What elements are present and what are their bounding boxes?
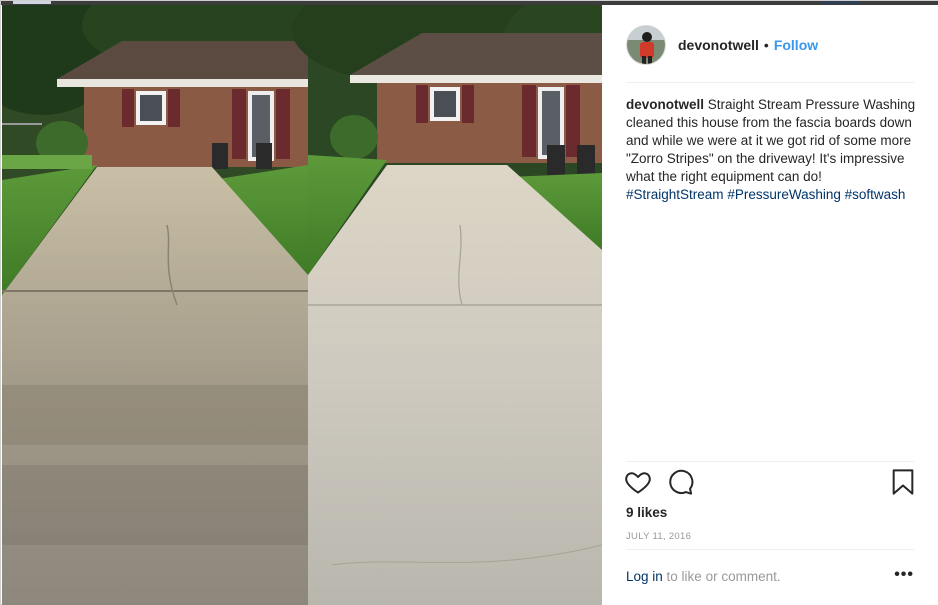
heart-icon[interactable]: [624, 468, 654, 498]
login-prompt: Log in to like or comment. •••: [626, 566, 914, 589]
post-header: devonotwell • Follow: [626, 25, 914, 65]
comment-icon[interactable]: [666, 468, 696, 498]
post-caption: devonotwell Straight Stream Pressure Was…: [626, 96, 916, 204]
follow-button[interactable]: Follow: [774, 37, 818, 53]
hashtag-link[interactable]: #softwash: [845, 187, 906, 202]
before-after-driveway-image: [2, 5, 602, 605]
hashtag-link[interactable]: #PressureWashing: [727, 187, 841, 202]
bookmark-icon[interactable]: [890, 468, 920, 498]
top-strip-indicator-right: [822, 1, 860, 4]
likes-count[interactable]: 9 likes: [626, 505, 667, 520]
post-panel: devonotwell • Follow devonotwell Straigh…: [602, 5, 938, 605]
post-actions: [624, 468, 916, 498]
before-photo: [2, 5, 322, 605]
more-options-icon[interactable]: •••: [894, 566, 914, 584]
separator-dot: •: [763, 37, 769, 53]
post-date: JULY 11, 2016: [626, 531, 692, 542]
post-photo[interactable]: [2, 5, 602, 605]
caption-username[interactable]: devonotwell: [626, 97, 704, 112]
login-link[interactable]: Log in: [626, 569, 663, 584]
top-strip-indicator-left: [13, 1, 51, 4]
after-photo: [292, 5, 602, 605]
avatar[interactable]: [626, 25, 666, 65]
actions-divider: [626, 461, 914, 462]
instagram-post-window: devonotwell • Follow devonotwell Straigh…: [0, 0, 938, 605]
hashtag-link[interactable]: #StraightStream: [626, 187, 724, 202]
username[interactable]: devonotwell: [678, 37, 759, 53]
login-suffix: to like or comment.: [662, 569, 781, 584]
profile-picture: [627, 26, 665, 64]
header-divider: [626, 82, 914, 83]
footer-divider: [626, 549, 914, 550]
